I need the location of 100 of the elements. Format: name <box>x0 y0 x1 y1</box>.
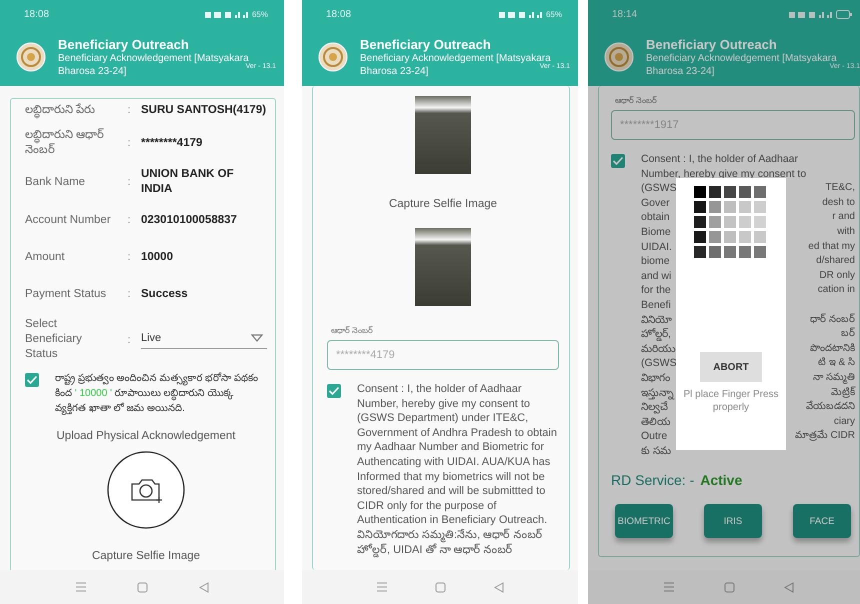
menu-icon[interactable] <box>75 582 88 592</box>
consent-text-fragment: బర్ <box>841 327 855 342</box>
field-label: Account Number <box>25 212 112 228</box>
screen-subtitle: Bharosa 23-24] <box>58 64 126 78</box>
consent-text-fragment: ed that my <box>808 240 855 254</box>
consent-text-fragment: మెట్రిక్ <box>831 386 855 400</box>
consent-text-fragment: నిల్వచే <box>641 400 668 415</box>
field-value: ********4179 <box>141 136 204 150</box>
capture-selfie-label: Capture Selfie Image <box>388 198 498 210</box>
field-label: Payment Status <box>25 286 108 302</box>
screen-subtitle: Bharosa 23-24] <box>646 64 714 78</box>
consent-text-fragment: విభాగం <box>641 370 670 386</box>
dropdown-caret-icon <box>251 334 263 342</box>
battery-level: 65% <box>252 10 268 18</box>
separator: : <box>126 251 132 263</box>
home-icon[interactable] <box>724 582 734 592</box>
consent-text-fragment: మరియు <box>641 342 676 356</box>
back-icon[interactable] <box>784 582 794 592</box>
screen-subtitle: Bharosa 23-24] <box>360 64 428 78</box>
rd-service-status: Active <box>700 472 742 488</box>
consent-text-fragment: Gover <box>641 196 670 210</box>
consent-text-fragment: desh to <box>822 196 855 210</box>
aadhaar-field[interactable]: ********4179 <box>327 340 559 370</box>
rd-service-label: RD Service: - <box>611 472 694 488</box>
field-value: 10000 <box>141 250 174 264</box>
consent-text-fragment: వేయబడదని <box>806 400 855 414</box>
emblem-icon <box>604 42 634 72</box>
field-value: UNION BANK OF INDIA <box>141 167 235 197</box>
separator: : <box>126 137 132 149</box>
separator: : <box>126 334 132 346</box>
aadhaar-field[interactable]: ********1917 <box>611 110 855 140</box>
status-time: 18:08 <box>24 8 50 20</box>
consent-text-fragment: for the <box>641 283 671 298</box>
consent-checkbox[interactable] <box>327 384 341 398</box>
consent-text-fragment: హోల్డర్, <box>641 327 671 342</box>
consent-text-fragment: d/shared <box>816 254 855 268</box>
status-dropdown[interactable]: Live <box>141 330 267 349</box>
capture-mode-button[interactable]: FACE <box>793 504 851 538</box>
consent-text-fragment: నా సమ్మతి <box>813 370 855 386</box>
abort-button[interactable]: ABORT <box>700 352 762 382</box>
declaration-checkbox[interactable] <box>25 373 39 387</box>
app-title: Beneficiary Outreach <box>58 36 190 52</box>
upload-title: Upload Physical Acknowledgement <box>56 430 236 442</box>
app-title: Beneficiary Outreach <box>360 36 492 52</box>
consent-text-fragment: TE&C, <box>826 181 855 196</box>
field-label: Bank Name <box>25 174 86 190</box>
consent-text: Consent : I, the holder of Aadhaar Number, hereby give my consent to (GSWS Department) under ITE&C, Government of Andhra Pradesh to obtain my Aadhaar Number and Biometric for Authencating with UIDAI. AUA/KUA has Informed that my biometrics will not be stored/shared and will be submittted to CIDR only for the purpose of Authentication in Beneficiary Outreach. <box>357 382 558 528</box>
menu-icon[interactable] <box>376 582 388 592</box>
back-icon[interactable] <box>198 582 209 592</box>
field-value: Success <box>141 286 189 302</box>
capture-mode-button[interactable]: BIOMETRIC <box>615 504 673 538</box>
declaration-text: రాష్ట్ర ప్రభుత్వం అందించిన మత్స్యకార భరోసా పథకం కింద ' 10000 ' రూపాయిలు లబ్ధిదారుని యొక్క వ్యక్తిగత ఖాతా లో జమ అయినది. <box>55 372 259 416</box>
field-value: SURU SANTOSH(4179) <box>141 102 267 118</box>
consent-text-fragment: DR only <box>819 268 855 283</box>
home-icon[interactable] <box>137 582 148 592</box>
separator: : <box>126 104 132 116</box>
back-icon[interactable] <box>494 582 504 592</box>
consent-text-fragment: పొందటానికి <box>810 342 855 356</box>
battery-level: 65% <box>546 10 562 18</box>
consent-text-fragment: (GSWS <box>641 356 677 371</box>
field-label: ఆధార్ నెంబర్ <box>615 96 658 107</box>
separator: : <box>126 176 132 188</box>
consent-text-fragment: (GSWS <box>641 181 677 196</box>
app-title: Beneficiary Outreach <box>646 36 778 52</box>
emblem-icon <box>16 42 46 72</box>
field-label: Select Beneficiary Status <box>25 317 83 362</box>
field-label: ఆధార్ నెంబర్ <box>331 326 374 337</box>
screen-subtitle: Beneficiary Acknowledgement [Matsyakara <box>360 52 552 64</box>
screen-subtitle: Beneficiary Acknowledgement [Matsyakara <box>646 52 837 64</box>
signal-icon <box>204 10 249 18</box>
consent-text-fragment: biome <box>641 254 670 269</box>
field-label: లబ్ధిదారుని పేరు <box>25 102 117 118</box>
consent-text-fragment: UIDAI. <box>641 240 672 254</box>
camera-add-icon[interactable] <box>106 450 186 530</box>
consent-text-fragment: కు సమ <box>641 444 671 458</box>
status-time: 18:08 <box>326 8 352 20</box>
consent-text-fragment: Biome <box>641 224 671 240</box>
battery-icon <box>836 10 852 18</box>
signal-icon <box>498 10 543 18</box>
consent-text-fragment: and wi <box>641 268 672 284</box>
consent-text-fragment: వినియో <box>641 312 672 328</box>
consent-checkbox[interactable] <box>611 154 625 168</box>
consent-text-fragment: cation in <box>818 283 855 298</box>
consent-text-fragment: తెలియ <box>641 414 671 430</box>
status-time: 18:14 <box>612 8 638 20</box>
home-icon[interactable] <box>435 582 446 592</box>
consent-text-fragment: Consent : I, the holder of Aadhaar <box>641 152 798 167</box>
consent-text-fragment: Benefi <box>641 298 671 313</box>
menu-icon[interactable] <box>662 582 674 592</box>
consent-text-fragment: టి ఇ & సి <box>818 356 855 370</box>
consent-text-fragment: r and <box>832 210 855 224</box>
consent-text-fragment: ఇస్తున్నా <box>641 386 674 400</box>
capture-selfie-label: Capture Selfie Image <box>90 550 202 562</box>
consent-text-fragment: with <box>837 224 855 239</box>
field-label: లబ్ధిదారుని ఆధార్ నెంబర్ <box>25 128 106 158</box>
capture-mode-button[interactable]: IRIS <box>704 504 762 538</box>
consent-text-fragment: obtain <box>641 210 670 225</box>
separator: : <box>126 214 132 226</box>
consent-text-fragment: Outre <box>641 429 668 444</box>
field-label: Amount <box>25 250 66 264</box>
